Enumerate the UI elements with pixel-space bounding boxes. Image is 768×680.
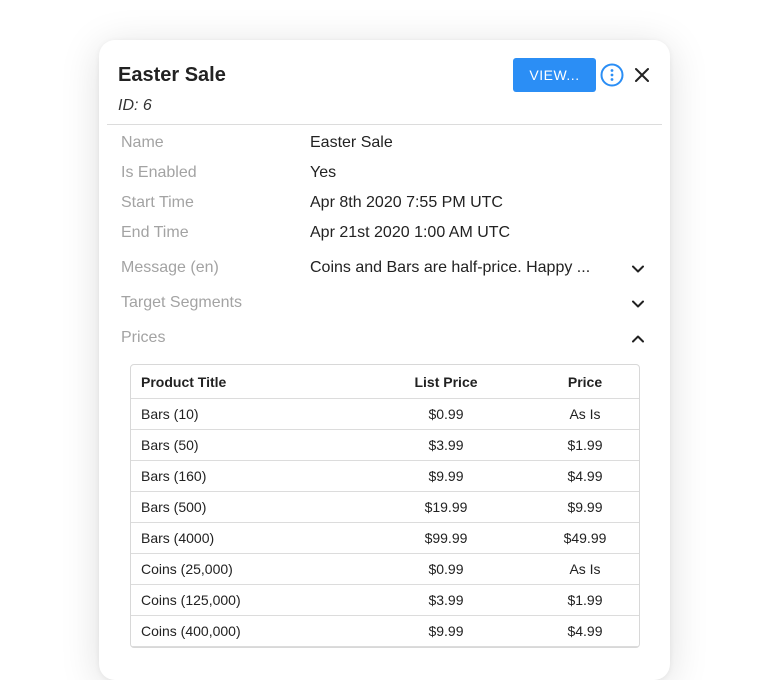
cell-list-price: $9.99 — [361, 615, 531, 647]
cell-price: $49.99 — [531, 522, 639, 554]
cell-list-price: $3.99 — [361, 584, 531, 616]
chevron-up-icon[interactable] — [631, 332, 645, 346]
field-is-enabled: Is Enabled Yes — [121, 162, 651, 186]
field-label: Prices — [121, 329, 166, 346]
dialog-header: Easter Sale ID: 6 VIEW... — [107, 40, 662, 125]
field-end-time: End Time Apr 21st 2020 1:00 AM UTC — [121, 222, 651, 246]
cell-product-title: Bars (4000) — [131, 522, 361, 554]
field-value: Easter Sale — [310, 134, 393, 151]
details-dialog: Easter Sale ID: 6 VIEW... Name Easter Sa… — [99, 40, 670, 680]
cell-list-price: $99.99 — [361, 522, 531, 554]
table-row: Bars (4000) $99.99 $49.99 — [131, 522, 639, 554]
table-row: Coins (25,000) $0.99 As Is — [131, 553, 639, 585]
column-header-list-price[interactable]: List Price — [361, 365, 531, 399]
cell-price: $4.99 — [531, 615, 639, 647]
cell-product-title: Coins (400,000) — [131, 615, 361, 647]
cell-list-price: $0.99 — [361, 553, 531, 585]
field-label: Start Time — [121, 194, 194, 211]
column-header-product-title[interactable]: Product Title — [131, 365, 361, 399]
field-value: Apr 21st 2020 1:00 AM UTC — [310, 224, 511, 241]
table-row: Bars (160) $9.99 $4.99 — [131, 460, 639, 492]
cell-price: $1.99 — [531, 429, 639, 461]
field-label: End Time — [121, 224, 189, 241]
field-label: Name — [121, 134, 164, 151]
field-message-en[interactable]: Message (en) Coins and Bars are half-pri… — [121, 257, 651, 281]
field-value: Apr 8th 2020 7:55 PM UTC — [310, 194, 503, 211]
cell-list-price: $3.99 — [361, 429, 531, 461]
view-button[interactable]: VIEW... — [513, 58, 596, 92]
field-label: Target Segments — [121, 294, 242, 311]
prices-table: Product Title List Price Price Bars (10)… — [130, 364, 640, 648]
close-icon[interactable] — [633, 66, 651, 84]
cell-list-price: $9.99 — [361, 460, 531, 492]
field-name: Name Easter Sale — [121, 132, 651, 156]
field-target-segments[interactable]: Target Segments — [121, 292, 651, 316]
table-row: Coins (400,000) $9.99 $4.99 — [131, 615, 639, 647]
field-value: Yes — [310, 164, 337, 181]
field-prices[interactable]: Prices — [121, 327, 651, 351]
cell-price: $1.99 — [531, 584, 639, 616]
cell-product-title: Coins (125,000) — [131, 584, 361, 616]
dialog-title: Easter Sale — [118, 64, 226, 86]
cell-price: $4.99 — [531, 460, 639, 492]
cell-product-title: Bars (160) — [131, 460, 361, 492]
table-row: Coins (125,000) $3.99 $1.99 — [131, 584, 639, 616]
table-header-row: Product Title List Price Price — [131, 365, 639, 399]
field-start-time: Start Time Apr 8th 2020 7:55 PM UTC — [121, 192, 651, 216]
cell-product-title: Coins (25,000) — [131, 553, 361, 585]
table-row: Bars (10) $0.99 As Is — [131, 398, 639, 430]
cell-list-price: $0.99 — [361, 398, 531, 430]
cell-price: As Is — [531, 553, 639, 585]
table-row: Bars (50) $3.99 $1.99 — [131, 429, 639, 461]
chevron-down-icon[interactable] — [631, 262, 645, 276]
chevron-down-icon[interactable] — [631, 297, 645, 311]
cell-product-title: Bars (50) — [131, 429, 361, 461]
field-value: Coins and Bars are half-price. Happy ... — [310, 259, 591, 276]
cell-product-title: Bars (500) — [131, 491, 361, 523]
field-label: Is Enabled — [121, 164, 197, 181]
prices-table-grid: Product Title List Price Price Bars (10)… — [131, 365, 639, 647]
table-row: Bars (500) $19.99 $9.99 — [131, 491, 639, 523]
cell-price: $9.99 — [531, 491, 639, 523]
column-header-price[interactable]: Price — [531, 365, 639, 399]
cell-list-price: $19.99 — [361, 491, 531, 523]
cell-product-title: Bars (10) — [131, 398, 361, 430]
cell-price: As Is — [531, 398, 639, 430]
dialog-id: ID: 6 — [118, 97, 152, 114]
info-circle-icon[interactable] — [600, 63, 624, 87]
field-label: Message (en) — [121, 259, 219, 276]
